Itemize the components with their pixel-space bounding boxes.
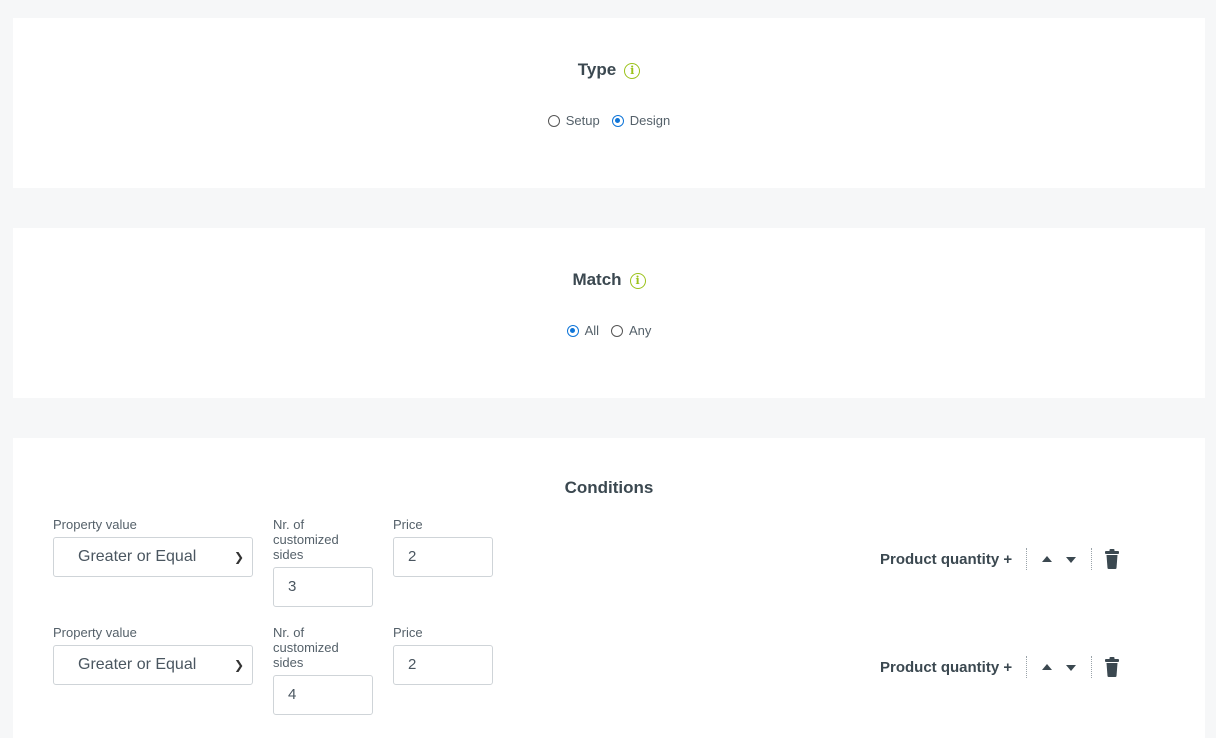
chevron-down-icon: ❯	[233, 550, 244, 564]
property-value-label: Property value	[53, 517, 137, 532]
type-option-design[interactable]: Design	[611, 113, 671, 128]
divider	[1091, 548, 1092, 570]
type-option-label: Setup	[565, 113, 600, 128]
match-option-label: Any	[629, 323, 652, 338]
price-label: Price	[393, 625, 423, 640]
radio-setup[interactable]	[547, 114, 560, 127]
sides-label: Nr. of customized sides	[273, 625, 339, 670]
sides-label: Nr. of customized sides	[273, 517, 339, 562]
product-quantity-button[interactable]: Product quantity +	[880, 659, 1012, 676]
sides-input[interactable]: 3	[273, 567, 373, 607]
divider	[1026, 548, 1027, 570]
match-card: Match i All Any	[13, 228, 1205, 398]
match-option-all[interactable]: All	[566, 323, 600, 338]
conditions-title: Conditions	[564, 478, 654, 497]
info-icon[interactable]: i	[624, 63, 641, 79]
chevron-down-icon: ❯	[233, 658, 244, 672]
type-option-setup[interactable]: Setup	[547, 113, 600, 128]
match-radio-group: All Any	[13, 323, 1205, 338]
price-input[interactable]: 2	[393, 645, 493, 685]
price-input[interactable]: 2	[393, 537, 493, 577]
match-title: Match	[572, 270, 622, 289]
type-heading: Type i	[13, 60, 1205, 80]
type-card: Type i Setup Design	[13, 18, 1205, 188]
divider	[1026, 656, 1027, 678]
product-quantity-button[interactable]: Product quantity +	[880, 551, 1012, 568]
radio-design[interactable]	[611, 114, 624, 127]
property-value-select[interactable]: Greater or Equal ❯	[53, 645, 253, 685]
type-radio-group: Setup Design	[13, 113, 1205, 128]
match-option-label: All	[584, 323, 600, 338]
type-option-label: Design	[629, 113, 671, 128]
price-label: Price	[393, 517, 423, 532]
radio-any[interactable]	[611, 324, 624, 337]
divider	[1091, 656, 1092, 678]
sides-input[interactable]: 4	[273, 675, 373, 715]
property-value-label: Property value	[53, 625, 137, 640]
trash-icon[interactable]	[1104, 549, 1120, 569]
trash-icon[interactable]	[1104, 657, 1120, 677]
move-down-icon[interactable]	[1066, 557, 1076, 563]
info-icon[interactable]: i	[629, 273, 646, 289]
property-value-selected: Greater or Equal	[78, 656, 197, 673]
property-value-selected: Greater or Equal	[78, 548, 197, 565]
conditions-card: Conditions Property value Greater or Equ…	[13, 438, 1205, 738]
type-title: Type	[577, 60, 617, 79]
property-value-select[interactable]: Greater or Equal ❯	[53, 537, 253, 577]
move-down-icon[interactable]	[1066, 665, 1076, 671]
move-up-icon[interactable]	[1042, 556, 1052, 562]
match-option-any[interactable]: Any	[611, 323, 651, 338]
move-up-icon[interactable]	[1042, 664, 1052, 670]
radio-all[interactable]	[566, 324, 579, 337]
match-heading: Match i	[13, 270, 1205, 290]
